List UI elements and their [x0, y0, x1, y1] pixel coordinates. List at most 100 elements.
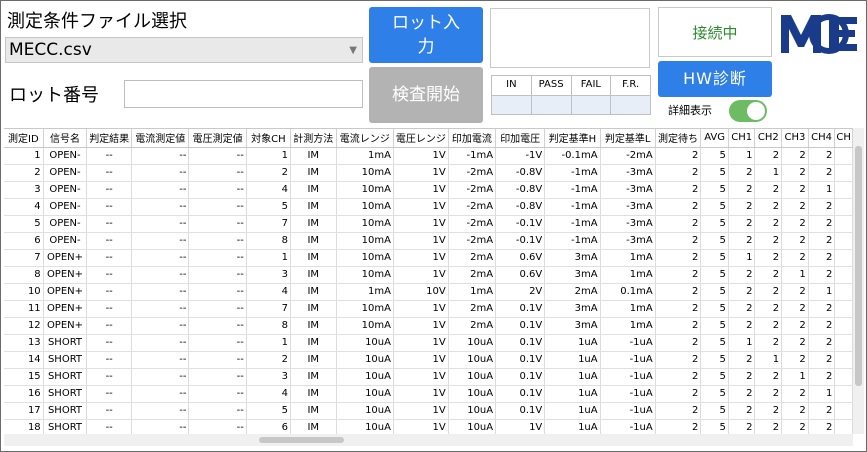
- table-cell: -1uA: [600, 419, 656, 434]
- table-row[interactable]: 4 OPEN- -- -- -- 5 IM 10mA 1V -2mA -0.8V -1mA -3mA 2 5…: [4, 198, 853, 216]
- table-cell: 2: [754, 334, 783, 352]
- column-header[interactable]: 測定待ち: [655, 129, 702, 148]
- table-cell: IM: [290, 300, 337, 318]
- column-header[interactable]: 計測方法: [290, 129, 337, 148]
- column-header[interactable]: 電圧レンジ: [393, 129, 449, 148]
- table-cell: --: [86, 266, 133, 284]
- column-header[interactable]: 印加電流: [448, 129, 497, 148]
- table-row[interactable]: 14 SHORT -- -- -- 2 IM 10uA 1V 10uA 0.1V 1uA -1uA 2 5 2…: [4, 351, 853, 369]
- table-cell: -2mA: [448, 181, 497, 199]
- column-header[interactable]: CH: [834, 129, 853, 148]
- column-header[interactable]: 判定基準L: [600, 129, 656, 148]
- table-cell: 5: [700, 419, 729, 434]
- table-row[interactable]: 12 OPEN+ -- -- -- 8 IM 10mA 1V 2mA 0.1V 3mA 1mA 2 5 2 2 2…: [4, 317, 853, 335]
- start-inspection-button[interactable]: 検査開始: [369, 67, 483, 123]
- table-cell: 0.1mA: [600, 283, 656, 301]
- horizontal-scroll-thumb[interactable]: [259, 437, 344, 443]
- table-row[interactable]: 15 SHORT -- -- -- 3 IM 10uA 1V 10uA 0.1V 1uA -1uA 2 5 2…: [4, 368, 853, 386]
- table-cell: IM: [290, 181, 337, 199]
- table-cell: OPEN-: [43, 164, 88, 182]
- table-cell: SHORT: [43, 334, 88, 352]
- table-cell: --: [131, 300, 190, 318]
- table-cell: 2: [655, 232, 702, 250]
- vertical-scrollbar[interactable]: [853, 128, 864, 434]
- table-row[interactable]: 7 OPEN+ -- -- -- 1 IM 10mA 1V 2mA 0.6V 3mA 1mA 2 5 1 2 2 2: [4, 249, 853, 267]
- table-row[interactable]: 18 SHORT -- -- -- 6 IM 10uA 1V 10uA 1V 1uA -1uA 2 5 2 2 2…: [4, 419, 853, 434]
- chevron-down-icon: ▼: [349, 45, 357, 56]
- column-header[interactable]: 判定基準H: [544, 129, 601, 148]
- column-header[interactable]: CH1: [728, 129, 756, 148]
- table-cell: --: [86, 164, 133, 182]
- table-row[interactable]: 1 OPEN- -- -- -- 1 IM 1mA 1V -1mA -1V -0.1mA -2mA 2 5 1…: [4, 147, 853, 165]
- table-row[interactable]: 16 SHORT -- -- -- 4 IM 10uA 1V 10uA 0.1V 1uA -1uA 2 5 2…: [4, 385, 853, 403]
- table-cell: 0.1V: [495, 368, 546, 386]
- table-row[interactable]: 13 SHORT -- -- -- 1 IM 10uA 1V 10uA 0.1V 1uA -1uA 2 5 1…: [4, 334, 853, 352]
- table-cell: -1mA: [544, 215, 601, 233]
- table-row[interactable]: 2 OPEN- -- -- -- 2 IM 10mA 1V -2mA -0.8V -1mA -3mA 2 5…: [4, 164, 853, 182]
- table-cell: OPEN-: [43, 181, 88, 199]
- table-cell: 5: [246, 198, 291, 216]
- table-row[interactable]: 11 OPEN+ -- -- -- 7 IM 10mA 1V 2mA 0.1V 3mA 1mA 2 5 2 2 2…: [4, 300, 853, 318]
- column-header[interactable]: CH2: [754, 129, 783, 148]
- column-header[interactable]: 印加電圧: [495, 129, 546, 148]
- table-cell: IM: [290, 147, 337, 165]
- table-cell: 2: [781, 249, 809, 267]
- table-cell: 2mA: [544, 283, 601, 301]
- result-stats-table: IN PASS FAIL F.R.: [491, 75, 651, 115]
- table-cell: --: [131, 249, 190, 267]
- table-cell: 2: [728, 317, 756, 335]
- table-cell: 0.6V: [495, 266, 546, 284]
- table-cell: [834, 385, 853, 403]
- table-cell: 2: [655, 317, 702, 335]
- table-cell: 2: [728, 419, 756, 434]
- table-cell: 1uA: [544, 419, 601, 434]
- table-cell: -0.8V: [495, 181, 546, 199]
- table-cell: 1uA: [544, 368, 601, 386]
- column-header[interactable]: 電圧測定値: [188, 129, 247, 148]
- table-cell: 11: [4, 300, 44, 318]
- lot-input-button[interactable]: ロット入力: [369, 7, 483, 63]
- column-header[interactable]: CH4: [808, 129, 836, 148]
- vertical-scroll-thumb[interactable]: [855, 146, 862, 386]
- horizontal-scrollbar[interactable]: [4, 434, 853, 446]
- column-header[interactable]: 対象CH: [246, 129, 291, 148]
- detail-view-toggle[interactable]: [729, 100, 767, 122]
- table-cell: 5: [700, 385, 729, 403]
- condition-file-select[interactable]: MECC.csv ▼: [5, 37, 363, 63]
- column-header[interactable]: 信号名: [43, 129, 88, 148]
- table-cell: 2: [655, 334, 702, 352]
- hw-diagnose-button[interactable]: HW診断: [658, 61, 772, 97]
- measurement-table[interactable]: 測定ID 信号名 判定結果 電流測定値 電圧測定値 対象CH 計測方法 電流レンジ 電圧レンジ印…: [4, 128, 853, 434]
- table-cell: 15: [4, 368, 44, 386]
- table-cell: --: [188, 283, 247, 301]
- column-header[interactable]: AVG: [700, 129, 729, 148]
- table-cell: [834, 215, 853, 233]
- hw-diagnose-button-label: HW診断: [683, 69, 747, 88]
- table-cell: -3mA: [600, 164, 656, 182]
- lot-number-input[interactable]: [124, 80, 363, 108]
- table-cell: 0.6V: [495, 249, 546, 267]
- table-cell: 2mA: [448, 266, 497, 284]
- table-cell: 0.1V: [495, 402, 546, 420]
- table-cell: 3: [4, 181, 44, 199]
- column-header[interactable]: 測定ID: [4, 129, 44, 148]
- column-header[interactable]: CH3: [781, 129, 809, 148]
- table-row[interactable]: 5 OPEN- -- -- -- 7 IM 10mA 1V -2mA -0.1V -1mA -3mA 2 5…: [4, 215, 853, 233]
- table-cell: 10uA: [448, 368, 497, 386]
- column-header[interactable]: 判定結果: [86, 129, 133, 148]
- table-row[interactable]: 8 OPEN+ -- -- -- 3 IM 10mA 1V 2mA 0.6V 3mA 1mA 2 5 2 2 1 2: [4, 266, 853, 284]
- condition-file-label: 測定条件ファイル選択: [7, 11, 187, 32]
- table-cell: 2: [808, 419, 836, 434]
- table-row[interactable]: 6 OPEN- -- -- -- 8 IM 10mA 1V -2mA -0.1V -1mA -3mA 2 5…: [4, 232, 853, 250]
- table-row[interactable]: 17 SHORT -- -- -- 5 IM 10uA 1V 10uA 0.1V 1uA -1uA 2 5 2…: [4, 402, 853, 420]
- table-cell: 5: [700, 249, 729, 267]
- table-cell: [834, 266, 853, 284]
- table-cell: 2: [754, 283, 783, 301]
- table-cell: 1: [246, 334, 291, 352]
- table-row[interactable]: 3 OPEN- -- -- -- 4 IM 10mA 1V -2mA -0.8V -1mA -3mA 2 5…: [4, 181, 853, 199]
- table-cell: 2: [754, 419, 783, 434]
- column-header[interactable]: 電流レンジ: [336, 129, 394, 148]
- table-cell: --: [188, 181, 247, 199]
- table-row[interactable]: 10 OPEN+ -- -- -- 4 IM 1mA 10V 1mA 2V 2mA 0.1mA 2 5 2 2 2…: [4, 283, 853, 301]
- column-header[interactable]: 電流測定値: [131, 129, 190, 148]
